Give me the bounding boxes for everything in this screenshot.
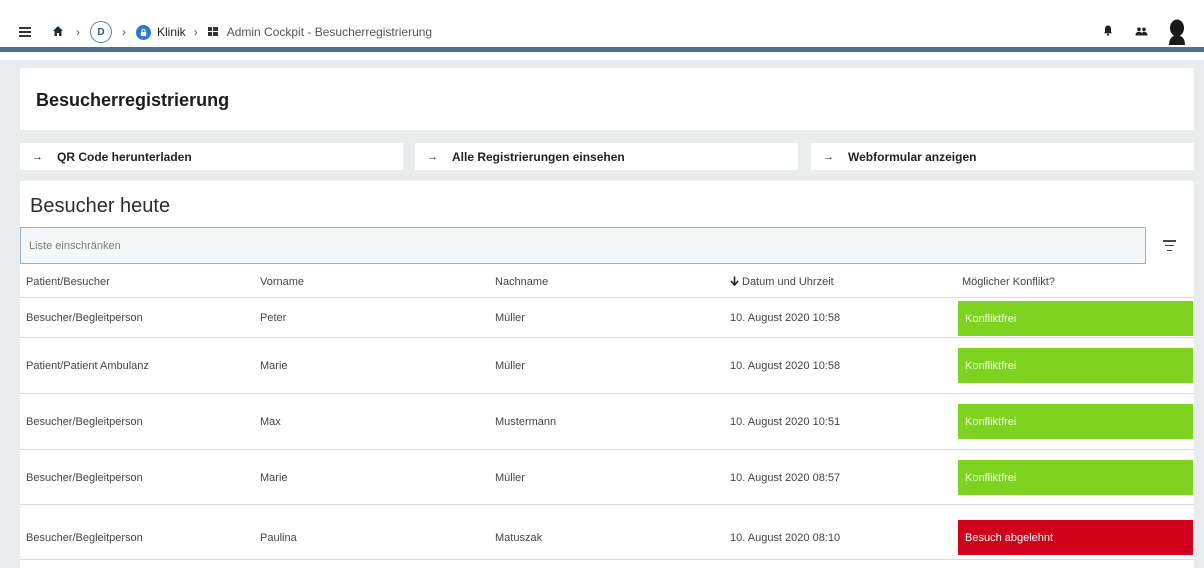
top-bar-accent [0, 47, 1204, 52]
cell-type: Patient/Patient Ambulanz [26, 360, 149, 372]
column-header-type[interactable]: Patient/Besucher [26, 276, 110, 288]
cell-first-name: Marie [260, 472, 288, 484]
title-card: Besucherregistrierung [20, 68, 1194, 130]
filter-input[interactable] [20, 227, 1146, 264]
cell-first-name: Peter [260, 312, 287, 324]
table-row[interactable]: Besucher/Begleitperson Peter Müller 10. … [20, 298, 1194, 338]
status-badge: Besuch abgelehnt [958, 520, 1193, 555]
visitors-today-card: Besucher heute Patient/Besucher Vorname … [20, 181, 1194, 568]
list-title: Besucher heute [30, 195, 171, 217]
table-header: Patient/Besucher Vorname Nachname Datum … [20, 265, 1194, 298]
breadcrumb-current: Admin Cockpit - Besucherregistrierung [226, 25, 433, 39]
filter-icon[interactable] [1163, 240, 1176, 251]
cell-first-name: Paulina [260, 532, 297, 544]
cell-first-name: Max [260, 416, 281, 428]
arrow-right-icon: → [32, 150, 43, 163]
cell-datetime: 10. August 2020 10:51 [730, 416, 841, 428]
cell-last-name: Müller [495, 360, 525, 372]
column-header-first-name[interactable]: Vorname [260, 276, 304, 288]
status-badge: Konfliktfrei [958, 460, 1193, 495]
sort-arrow-down-icon [730, 276, 739, 287]
arrow-right-icon: → [427, 150, 438, 163]
chevron-right-icon: › [193, 25, 198, 39]
cell-type: Besucher/Begleitperson [26, 472, 143, 484]
table-row[interactable]: Patient/Patient Ambulanz Marie Müller 10… [20, 338, 1194, 394]
page-title: Besucherregistrierung [36, 90, 230, 110]
all-registrations-link[interactable]: → Alle Registrierungen einsehen [415, 143, 798, 170]
avatar-icon[interactable] [1166, 19, 1188, 45]
column-header-datetime-label: Datum und Uhrzeit [742, 276, 834, 288]
table-row[interactable]: Besucher/Begleitperson Max Mustermann 10… [20, 394, 1194, 450]
qr-code-download-link[interactable]: → QR Code herunterladen [20, 143, 403, 170]
cell-datetime: 10. August 2020 10:58 [730, 360, 841, 372]
cell-type: Besucher/Begleitperson [26, 416, 143, 428]
status-badge: Konfliktfrei [958, 404, 1193, 439]
arrow-right-icon: → [823, 150, 834, 163]
cell-last-name: Mustermann [495, 416, 557, 428]
web-form-link[interactable]: → Webformular anzeigen [811, 143, 1194, 170]
cell-type: Besucher/Begleitperson [26, 532, 143, 544]
people-icon[interactable] [1135, 23, 1148, 41]
column-header-datetime[interactable]: Datum und Uhrzeit [730, 276, 834, 288]
grid-icon [207, 27, 219, 37]
cell-datetime: 10. August 2020 10:58 [730, 312, 841, 324]
bell-icon[interactable] [1103, 23, 1113, 41]
column-header-conflict[interactable]: Möglicher Konflikt? [962, 276, 1055, 288]
home-icon[interactable] [52, 25, 64, 39]
column-header-last-name[interactable]: Nachname [495, 276, 548, 288]
table-row[interactable]: Besucher/Begleitperson Paulina Matuszak … [20, 505, 1194, 560]
cell-last-name: Matuszak [495, 532, 543, 544]
breadcrumb-clinic[interactable]: Klinik [157, 25, 186, 39]
status-badge: Konfliktfrei [958, 348, 1193, 383]
cell-type: Besucher/Begleitperson [26, 312, 143, 324]
cell-datetime: 10. August 2020 08:10 [730, 532, 841, 544]
cell-last-name: Müller [495, 312, 525, 324]
lock-icon [136, 24, 151, 40]
org-badge[interactable]: D [90, 21, 112, 43]
cell-last-name: Müller [495, 472, 525, 484]
action-label: Alle Registrierungen einsehen [452, 149, 625, 164]
menu-icon[interactable] [16, 25, 34, 39]
cell-datetime: 10. August 2020 08:57 [730, 472, 841, 484]
action-label: QR Code herunterladen [57, 149, 192, 164]
chevron-right-icon: › [122, 25, 126, 39]
table-row[interactable]: Besucher/Begleitperson Marie Müller 10. … [20, 450, 1194, 505]
top-bar: › D › Klinik › Admin Cockpit - Besucherr… [0, 0, 1204, 60]
cell-first-name: Marie [260, 360, 288, 372]
chevron-right-icon: › [76, 25, 80, 39]
status-badge: Konfliktfrei [958, 301, 1193, 336]
action-label: Webformular anzeigen [848, 149, 977, 164]
